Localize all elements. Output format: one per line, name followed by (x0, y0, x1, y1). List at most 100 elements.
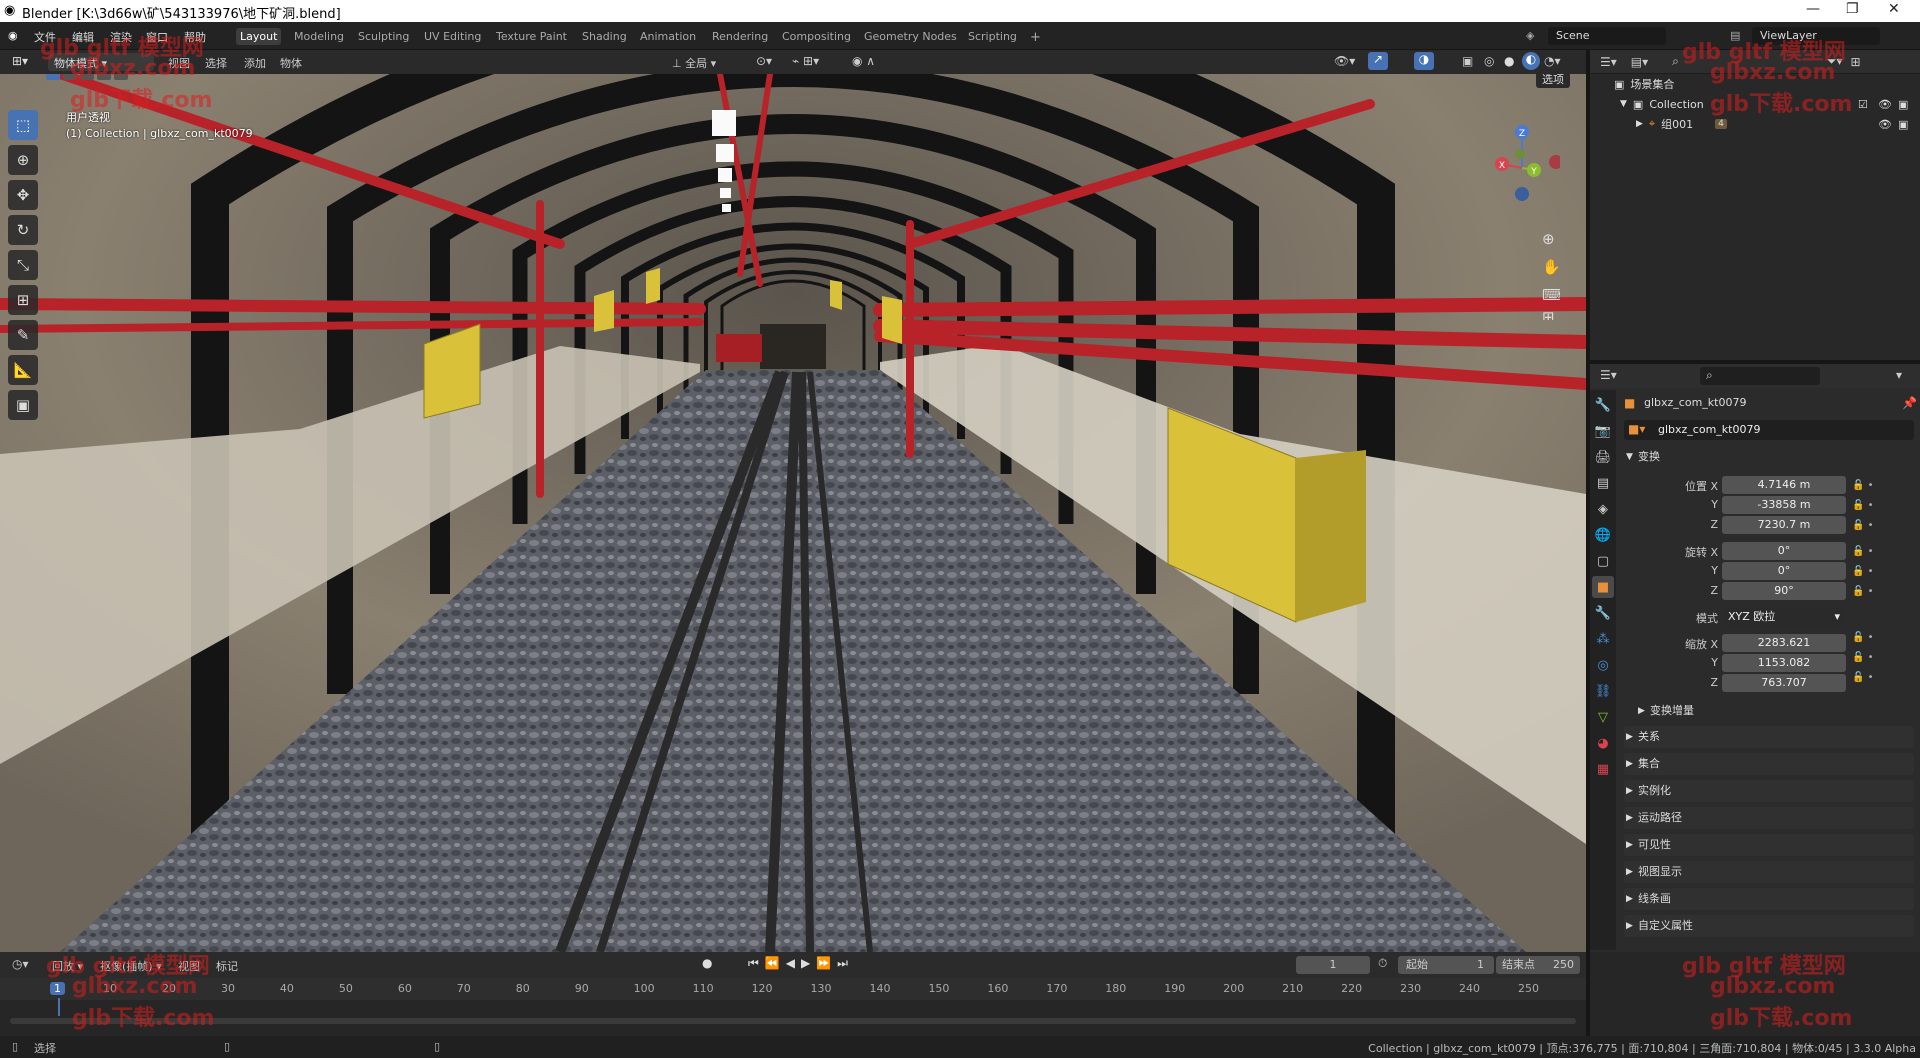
lock-icon[interactable]: 🔓 • (1852, 542, 1912, 562)
tab-shading[interactable]: Shading (578, 28, 631, 45)
select-new-icon[interactable] (46, 74, 60, 80)
timeline-menu-view[interactable]: 视图 (178, 958, 200, 974)
transform-tool-icon[interactable]: ⊞ (8, 285, 38, 315)
collection-tab-icon[interactable]: ▢ (1592, 550, 1614, 572)
current-frame-marker[interactable]: 1 (50, 982, 65, 995)
vp-menu-add[interactable]: 添加 (244, 55, 266, 71)
filter-icon[interactable]: ⏷▾ (1827, 54, 1843, 69)
rotation-x-field[interactable]: 0° (1722, 542, 1846, 560)
pin-icon[interactable]: 📌 (1902, 396, 1917, 410)
expand-arrow-icon[interactable]: ▶ (1636, 119, 1643, 129)
section-line-art[interactable]: ▶ 线条画 (1624, 888, 1914, 910)
menu-edit[interactable]: 编辑 (72, 29, 94, 45)
rendered-shading-icon[interactable]: ◔▾ (1544, 54, 1561, 68)
timer-icon[interactable]: ⏱ (1378, 956, 1387, 971)
delta-transform-section[interactable]: ▶ 变换增量 (1636, 700, 1906, 722)
output-tab-icon[interactable]: 🖨 (1592, 446, 1614, 468)
lock-icon[interactable]: 🔓 • (1852, 496, 1912, 516)
gizmo-neg-y-axis[interactable] (1515, 149, 1525, 159)
section-custom-properties[interactable]: ▶ 自定义属性 (1624, 915, 1914, 937)
zoom-icon[interactable]: ⊕ (1542, 230, 1555, 248)
lock-icon[interactable]: 🔓 • (1852, 562, 1912, 582)
maximize-icon[interactable]: ❐ (1846, 1, 1859, 17)
section-instancing[interactable]: ▶ 实例化 (1624, 780, 1914, 802)
world-tab-icon[interactable]: 🌐 (1592, 524, 1614, 546)
tab-geometry-nodes[interactable]: Geometry Nodes (860, 28, 961, 45)
pan-hand-icon[interactable]: ✋ (1542, 258, 1561, 276)
section-relations[interactable]: ▶ 关系 (1624, 726, 1914, 748)
overlay-toggle-icon[interactable]: ◑ (1414, 52, 1434, 70)
outliner-search-icon[interactable]: ⌕ (1672, 54, 1679, 69)
vp-menu-view[interactable]: 视图 (168, 55, 190, 71)
orientation-selector[interactable]: ⊥ 全局 ▾ (672, 55, 716, 71)
data-tab-icon[interactable]: ▽ (1592, 706, 1614, 728)
xray-icon[interactable]: ▣ (1462, 54, 1473, 68)
timeline-menu-marker[interactable]: 标记 (216, 958, 238, 974)
tab-animation[interactable]: Animation (636, 28, 700, 45)
end-frame-field[interactable]: 结束点 250 (1496, 956, 1580, 974)
transform-section-header[interactable]: ▼ 变换 (1624, 446, 1914, 468)
outliner-row-collection[interactable]: ▼ ▣ Collection ☑ 👁 ▣ (1590, 94, 1920, 114)
lock-icon[interactable]: 🔓 • (1852, 668, 1912, 688)
navigation-gizmo[interactable]: Z X Y ⊕ ✋ ⌨ ⊞ (1490, 110, 1564, 326)
editor-type-icon[interactable]: ⊞▾ (12, 54, 28, 68)
section-motion-paths[interactable]: ▶ 运动路径 (1624, 807, 1914, 829)
add-workspace-icon[interactable]: + (1026, 28, 1045, 47)
select-intersect-icon[interactable] (114, 74, 128, 80)
close-icon[interactable]: ✕ (1888, 1, 1900, 17)
select-extend-icon[interactable] (63, 74, 77, 80)
outliner-row-group[interactable]: ▶ ⌖ 组001 4 👁 ▣ (1590, 114, 1920, 134)
3d-viewport[interactable]: 用户透视 (1) Collection | glbxz_com_kt0079 选… (0, 74, 1586, 952)
properties-editor-icon[interactable]: ☰▾ (1600, 368, 1617, 382)
camera-icon[interactable]: ▣ (1898, 118, 1908, 131)
solid-shading-icon[interactable]: ● (1504, 54, 1514, 68)
proportional-edit-icon[interactable]: ◉ ∧ (852, 54, 875, 68)
vp-menu-object[interactable]: 物体 (280, 55, 302, 71)
playback-controls[interactable]: ⏮⏪◀▶⏩⏭ (748, 956, 854, 971)
menu-render[interactable]: 渲染 (110, 29, 132, 45)
camera-view-icon[interactable]: ⌨ (1542, 286, 1564, 304)
wireframe-shading-icon[interactable]: ◎ (1484, 54, 1494, 68)
scene-selector[interactable]: Scene (1548, 27, 1666, 45)
object-name-field[interactable]: ■▾ glbxz_com_kt0079 (1624, 420, 1914, 440)
move-tool-icon[interactable]: ✥ (8, 180, 38, 210)
section-collections[interactable]: ▶ 集合 (1624, 753, 1914, 775)
record-icon[interactable]: ● (702, 956, 712, 970)
constraints-tab-icon[interactable]: ⛓ (1592, 680, 1614, 702)
outliner-editor-icon[interactable]: ☰▾ (1600, 55, 1617, 69)
modifier-tab-icon[interactable]: 🔧 (1592, 602, 1614, 624)
lock-icon[interactable]: 🔓 • (1852, 648, 1912, 668)
gizmo-neg-z-axis[interactable] (1515, 187, 1529, 201)
timeline-editor-icon[interactable]: ◷▾ (12, 957, 29, 971)
area-divider[interactable] (1586, 50, 1590, 1036)
rotation-mode-dropdown[interactable]: XYZ 欧拉 ▾ (1722, 608, 1846, 626)
menu-help[interactable]: 帮助 (184, 29, 206, 45)
new-collection-icon[interactable]: ⊞ (1851, 55, 1861, 69)
scale-x-field[interactable]: 2283.621 (1722, 634, 1846, 652)
view-layer-tab-icon[interactable]: ▤ (1592, 472, 1614, 494)
collapse-arrow-icon[interactable]: ▼ (1620, 99, 1627, 109)
view-layer-selector[interactable]: ViewLayer (1752, 27, 1880, 45)
vp-menu-select[interactable]: 选择 (205, 55, 227, 71)
location-x-field[interactable]: 4.7146 m (1722, 476, 1846, 494)
texture-tab-icon[interactable]: ▦ (1592, 758, 1614, 780)
cursor-tool-icon[interactable]: ⊕ (8, 145, 38, 175)
gizmo-neg-x-axis[interactable] (1549, 155, 1563, 169)
select-subtract-icon[interactable] (80, 74, 94, 80)
menu-file[interactable]: 文件 (34, 29, 56, 45)
options-button[interactable]: 选项 (1536, 74, 1570, 88)
checkbox-icon[interactable]: ☑ (1858, 98, 1868, 111)
select-invert-icon[interactable] (97, 74, 111, 80)
eye-icon[interactable]: 👁 (1878, 98, 1892, 111)
lock-icon[interactable]: 🔓 • (1852, 628, 1912, 648)
location-z-field[interactable]: 7230.7 m (1722, 516, 1846, 534)
lock-icon[interactable]: 🔓 • (1852, 582, 1912, 602)
tab-texture-paint[interactable]: Texture Paint (492, 28, 571, 45)
object-tab-icon[interactable]: ■ (1592, 576, 1614, 598)
scene-tab-icon[interactable]: ◈ (1592, 498, 1614, 520)
tab-rendering[interactable]: Rendering (708, 28, 772, 45)
rotation-y-field[interactable]: 0° (1722, 562, 1846, 580)
display-mode-icon[interactable]: ▤▾ (1631, 55, 1648, 69)
visibility-icon[interactable]: 👁▾ (1334, 54, 1355, 68)
location-y-field[interactable]: -33858 m (1722, 496, 1846, 514)
